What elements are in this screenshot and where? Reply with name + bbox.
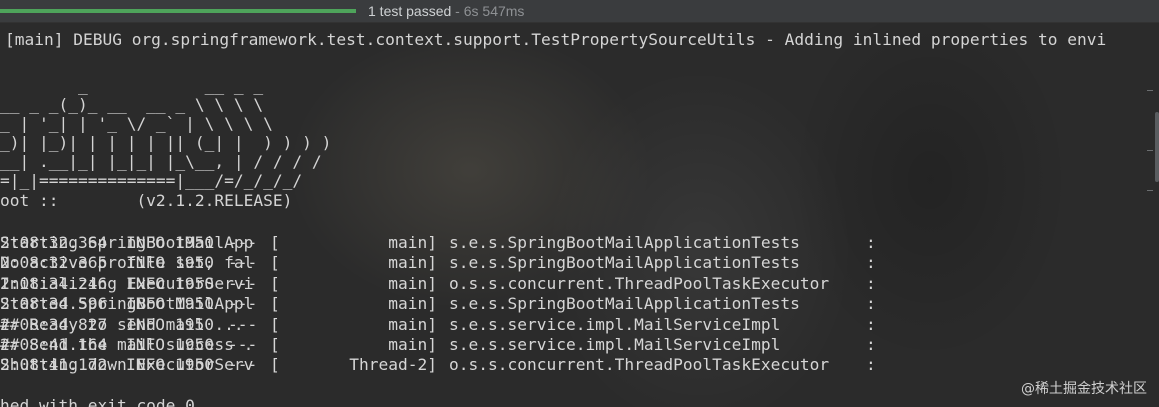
log-logger: o.s.s.concurrent.ThreadPoolTaskExecutor	[449, 273, 830, 293]
log-message: No active profile set, fal	[0, 253, 254, 273]
watermark: @稀土掘金技术社区	[1021, 381, 1147, 397]
spring-boot-version-line: oot :: (v2.1.2.RELEASE)	[0, 191, 293, 210]
log-thread: Thread-2]	[349, 355, 437, 375]
log-bracket: [	[270, 273, 280, 293]
log-colon: :	[866, 294, 876, 314]
log-bracket: [	[270, 233, 280, 252]
log-message: ## Ready to send mail ...	[0, 314, 244, 334]
banner-line: =|_|==============|___/=/_/_/_/	[0, 171, 303, 190]
gutter-marker	[1147, 150, 1153, 151]
log-message: Initializing ExecutorServi	[0, 273, 254, 293]
test-status-separator: -	[451, 3, 464, 19]
console-output[interactable]: [main] DEBUG org.springframework.test.co…	[0, 28, 1145, 407]
log-thread: main]	[388, 233, 437, 252]
gutter-marker	[1147, 190, 1153, 191]
log-thread: main]	[388, 253, 437, 273]
debug-log-line: [main] DEBUG org.springframework.test.co…	[5, 30, 1107, 49]
log-colon: :	[866, 335, 876, 354]
test-progress-fill	[0, 9, 356, 13]
log-thread: main]	[388, 335, 437, 354]
test-progress-bar	[0, 9, 356, 13]
banner-line: __| .__|_| |_|_| |_\__, | / / / /	[0, 152, 322, 171]
log-logger: s.e.s.service.impl.MailServiceImpl	[449, 314, 781, 334]
log-thread: main]	[388, 273, 437, 293]
gutter-marker	[1147, 90, 1153, 91]
log-logger: s.e.s.SpringBootMailApplicationTests	[449, 233, 800, 252]
log-colon: :	[866, 273, 876, 293]
log-colon: :	[866, 233, 876, 252]
test-status-text: 1 test passed	[368, 3, 452, 19]
log-thread: main]	[388, 294, 437, 314]
log-bracket: [	[270, 294, 280, 314]
log-colon: :	[866, 253, 876, 273]
banner-line: _ | '_| | '_ \/ _` | \ \ \ \	[0, 114, 273, 133]
exit-code-line: hed with exit code 0	[0, 396, 195, 407]
log-message: Starting SpringBootMailApp	[0, 233, 254, 252]
banner-line: _)| |_)| | | | | || (_| | ) ) ) )	[0, 133, 332, 152]
log-logger: o.s.s.concurrent.ThreadPoolTaskExecutor	[449, 355, 830, 375]
test-duration: 6s 547ms	[463, 3, 525, 19]
log-bracket: [	[270, 335, 280, 354]
log-bracket: [	[270, 355, 280, 375]
log-logger: s.e.s.service.impl.MailServiceImpl	[449, 335, 781, 354]
log-colon: :	[866, 355, 876, 375]
banner-line: __ _ _(_)_ __ __ _ \ \ \ \	[0, 95, 264, 114]
test-run-toolbar: 1 test passed - 6s 547ms	[0, 0, 1159, 23]
log-colon: :	[866, 314, 876, 334]
test-status: 1 test passed - 6s 547ms	[368, 2, 524, 20]
banner-line: _ __ _ _	[0, 76, 264, 95]
log-message: Shutting down ExecutorServ	[0, 355, 254, 375]
log-bracket: [	[270, 253, 280, 273]
log-bracket: [	[270, 314, 280, 334]
log-message: Started SpringBootMailAppl	[0, 294, 254, 314]
log-message: ## Send the mail success .	[0, 335, 254, 354]
log-logger: s.e.s.SpringBootMailApplicationTests	[449, 294, 800, 314]
log-thread: main]	[388, 314, 437, 334]
console-scrollbar[interactable]	[1155, 112, 1159, 182]
log-logger: s.e.s.SpringBootMailApplicationTests	[449, 253, 800, 273]
